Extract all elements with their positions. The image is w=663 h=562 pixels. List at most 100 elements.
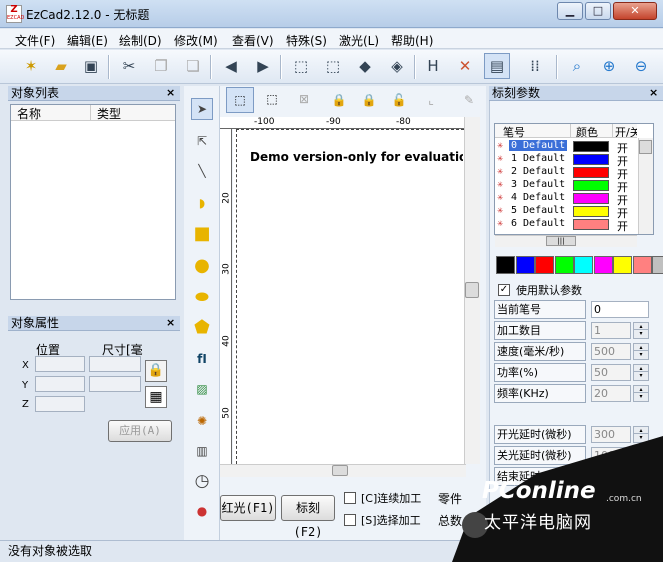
palette-swatch[interactable] — [515, 256, 535, 274]
mark-button[interactable]: 标刻(F2) — [281, 495, 335, 539]
red-light-button[interactable]: 红光(F1) — [220, 495, 276, 521]
param-label: 功率(%) — [494, 363, 586, 382]
node-arrow-icon[interactable]: ⇱ — [191, 130, 213, 152]
redo-icon[interactable]: ▶ — [250, 53, 276, 79]
curve-icon[interactable]: ◗ — [191, 192, 213, 214]
palette-swatch[interactable] — [574, 256, 593, 274]
menu-special[interactable]: 特殊(S) — [283, 31, 330, 50]
object-list[interactable] — [10, 104, 176, 300]
zoom-out-icon[interactable]: ⊖ — [628, 53, 654, 79]
menu-file[interactable]: 文件(F) — [12, 31, 58, 50]
continuous-checkbox[interactable] — [344, 492, 356, 504]
param-value-field[interactable]: 1 — [591, 322, 631, 339]
ellipse-icon[interactable]: ⬬ — [191, 286, 213, 308]
column-type[interactable]: 类型 — [91, 105, 175, 121]
lock-icon[interactable]: 🔒 — [145, 360, 167, 382]
size-y-field[interactable] — [89, 376, 141, 392]
select-all-icon[interactable]: ⬚ — [226, 87, 254, 113]
pos-x-field[interactable] — [35, 356, 85, 372]
param-value-field[interactable]: 300 — [591, 426, 631, 443]
palette-swatch[interactable] — [632, 256, 652, 274]
image-icon[interactable]: ▨ — [191, 378, 213, 400]
undo-icon[interactable]: ◀ — [218, 53, 244, 79]
menu-draw[interactable]: 绘制(D) — [116, 31, 165, 50]
vertical-scroll-thumb[interactable] — [465, 282, 479, 298]
spinner-icon[interactable]: ▴▾ — [633, 322, 649, 339]
save-icon[interactable]: ▣ — [78, 53, 104, 79]
spinner-icon[interactable]: ▴▾ — [633, 385, 649, 402]
param-value-field[interactable]: 50 — [591, 364, 631, 381]
pos-y-field[interactable] — [35, 376, 85, 392]
menu-laser[interactable]: 激光(L) — [336, 31, 382, 50]
timer-icon[interactable]: ◷ — [191, 470, 213, 492]
rectangle-icon[interactable]: ■ — [191, 222, 213, 244]
pen-list-vscroll-thumb[interactable] — [639, 140, 652, 154]
spinner-icon[interactable]: ▴▾ — [633, 364, 649, 381]
spinner-icon[interactable]: ▴▾ — [633, 426, 649, 443]
new-file-icon[interactable]: ✶ — [18, 53, 44, 79]
polygon-icon[interactable]: ⬟ — [191, 316, 213, 338]
menu-help[interactable]: 帮助(H) — [388, 31, 436, 50]
param-value-field[interactable]: 20 — [591, 385, 631, 402]
cut-icon[interactable]: ✂ — [116, 53, 142, 79]
line-icon[interactable]: ╲ — [191, 160, 213, 182]
tools-icon[interactable]: ✕ — [452, 53, 478, 79]
object-props-close-icon[interactable]: × — [166, 316, 175, 329]
palette-swatch[interactable] — [496, 256, 515, 274]
param-value-field[interactable]: 500 — [591, 343, 631, 360]
align-icon[interactable]: ⌞ — [418, 88, 444, 112]
text-icon[interactable]: fI — [191, 348, 213, 370]
column-color[interactable]: 颜色 — [571, 124, 613, 139]
copy-icon[interactable]: ❐ — [148, 53, 174, 79]
minimize-button[interactable]: ▁ — [557, 2, 583, 20]
column-on-off[interactable]: 开/关 — [613, 124, 637, 138]
horizontal-scroll-thumb[interactable] — [332, 465, 348, 476]
mark-params-close-icon[interactable]: × — [649, 86, 658, 99]
io-port-icon[interactable]: ● — [191, 500, 213, 522]
open-folder-icon[interactable]: ▰ — [48, 53, 74, 79]
param-panel-icon[interactable]: ▤ — [484, 53, 510, 79]
barcode-icon[interactable]: ▥ — [191, 440, 213, 462]
lock-tool-icon[interactable]: 🔒 — [326, 88, 352, 112]
node-select-tool-icon[interactable]: ⬚ — [258, 87, 286, 113]
vector-file-icon[interactable]: ✺ — [191, 410, 213, 432]
param-value-field[interactable]: 0 — [591, 301, 649, 318]
circle-icon[interactable]: ● — [191, 254, 213, 276]
select-arrow-icon[interactable]: ➤ — [191, 98, 213, 120]
cross-select-icon[interactable]: ⊠ — [290, 87, 318, 113]
menu-edit[interactable]: 编辑(E) — [64, 31, 111, 50]
unlock-all-icon[interactable]: 🔓 — [386, 88, 412, 112]
column-pen[interactable]: 笔号 — [495, 124, 571, 139]
use-default-label: 使用默认参数 — [516, 284, 582, 297]
palette-swatch[interactable] — [652, 256, 663, 274]
zoom-icon[interactable]: ⌕ — [564, 53, 590, 79]
menu-view[interactable]: 查看(V) — [229, 31, 277, 50]
brush-icon[interactable]: ✎ — [456, 88, 482, 112]
maximize-button[interactable]: □ — [585, 2, 611, 20]
size-x-field[interactable] — [89, 356, 141, 372]
grid-anchor-icon[interactable]: ▦ — [145, 386, 167, 408]
palette-swatch[interactable] — [593, 256, 613, 274]
array-icon[interactable]: ⁞⁞ — [522, 53, 548, 79]
unlock-tool-icon[interactable]: 🔒 — [356, 88, 382, 112]
paste-icon[interactable]: ❏ — [180, 53, 206, 79]
object-list-close-icon[interactable]: × — [166, 86, 175, 99]
column-icon[interactable]: H — [420, 53, 446, 79]
node-delete-icon[interactable]: ◈ — [384, 53, 410, 79]
apply-button[interactable]: 应用(A) — [108, 420, 172, 442]
pen-list-hscroll-thumb[interactable]: ||| — [546, 236, 576, 246]
palette-swatch[interactable] — [535, 256, 554, 274]
select-process-checkbox[interactable] — [344, 514, 356, 526]
use-default-checkbox[interactable]: ✓ — [498, 284, 510, 296]
menu-modify[interactable]: 修改(M) — [171, 31, 221, 50]
node-select-icon[interactable]: ⬚ — [320, 53, 346, 79]
node-move-icon[interactable]: ◆ — [352, 53, 378, 79]
palette-swatch[interactable] — [554, 256, 574, 274]
zoom-in-icon[interactable]: ⊕ — [596, 53, 622, 79]
spinner-icon[interactable]: ▴▾ — [633, 343, 649, 360]
node-edit-icon[interactable]: ⬚ — [288, 53, 314, 79]
close-button[interactable]: ✕ — [613, 2, 657, 20]
palette-swatch[interactable] — [613, 256, 632, 274]
pos-z-field[interactable] — [35, 396, 85, 412]
column-name[interactable]: 名称 — [11, 105, 91, 121]
